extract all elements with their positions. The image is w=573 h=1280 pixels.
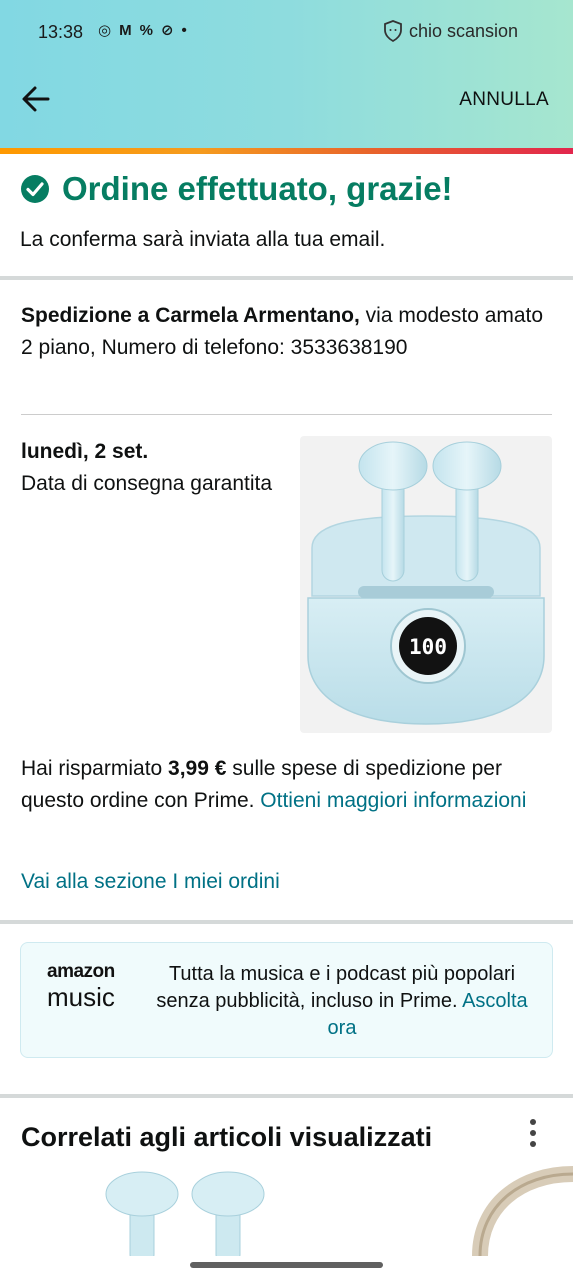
kebab-icon[interactable]: [524, 1116, 542, 1150]
divider: [21, 414, 552, 415]
alert-icon: ⊘: [160, 22, 174, 39]
savings-prefix: Hai risparmiato: [21, 757, 169, 780]
app-header: 13:38 ◎ M % ⊘ • chio scansion ANNULLA: [0, 0, 573, 148]
gesture-nav-handle[interactable]: [190, 1262, 383, 1268]
svg-text:100: 100: [409, 635, 447, 659]
status-time: 13:38: [38, 22, 84, 42]
notification-icons: ◎ M % ⊘ •: [98, 21, 187, 40]
wireless-earbuds-image: 100: [307, 441, 545, 725]
delivery-info: lunedì, 2 set. Data di consegna garantit…: [21, 436, 281, 500]
logo-bottom: music: [47, 982, 115, 1012]
app-icon: %: [139, 21, 153, 39]
amazon-music-promo[interactable]: amazon music Tutta la musica e i podcast…: [20, 942, 553, 1058]
amazon-music-logo: amazon music: [47, 961, 127, 1012]
bottom-bar: [0, 1256, 573, 1280]
delivery-date: lunedì, 2 set.: [21, 440, 149, 463]
delivery-note: Data di consegna garantita: [21, 472, 273, 495]
status-right-text: chio scansion: [409, 20, 519, 41]
related-headphones-image[interactable]: [470, 1166, 573, 1256]
back-arrow-icon[interactable]: [20, 84, 52, 114]
cancel-button[interactable]: ANNULLA: [459, 89, 549, 111]
check-circle-icon: [21, 175, 49, 203]
gmail-icon: M: [119, 21, 132, 39]
confirmation-subtitle: La conferma sarà inviata alla tua email.: [20, 228, 386, 251]
logo-top: amazon: [47, 961, 115, 982]
order-confirmation: Ordine effettuato, grazie! La conferma s…: [20, 170, 560, 252]
product-image[interactable]: 100: [300, 436, 552, 733]
section-divider: [0, 1094, 573, 1098]
section-divider: [0, 920, 573, 924]
confirmation-heading: Ordine effettuato, grazie!: [20, 170, 560, 208]
status-right: chio scansion: [383, 20, 518, 42]
dot-icon: •: [181, 21, 187, 39]
related-items-title: Correlati agli articoli visualizzati: [21, 1122, 433, 1152]
related-earbuds-image[interactable]: [90, 1166, 280, 1256]
shield-icon: [384, 20, 402, 42]
music-promo-text: Tutta la musica e i podcast più popolari…: [147, 961, 537, 1042]
whatsapp-icon: ◎: [98, 22, 112, 39]
header-accent-bar: [0, 148, 573, 154]
savings-amount: 3,99 €: [168, 757, 227, 780]
section-divider: [0, 276, 573, 280]
my-orders-link[interactable]: Vai alla sezione I miei ordini: [21, 870, 280, 894]
more-info-link[interactable]: Ottieni maggiori informazioni: [260, 789, 526, 812]
confirmation-title: Ordine effettuato, grazie!: [62, 170, 453, 207]
savings-info: Hai risparmiato 3,99 € sulle spese di sp…: [21, 753, 556, 817]
shipping-info: Spedizione a Carmela Armentano, via mode…: [21, 300, 551, 364]
shipping-recipient: Spedizione a Carmela Armentano,: [21, 304, 360, 327]
status-bar: 13:38 ◎ M % ⊘ • chio scansion: [0, 0, 573, 66]
